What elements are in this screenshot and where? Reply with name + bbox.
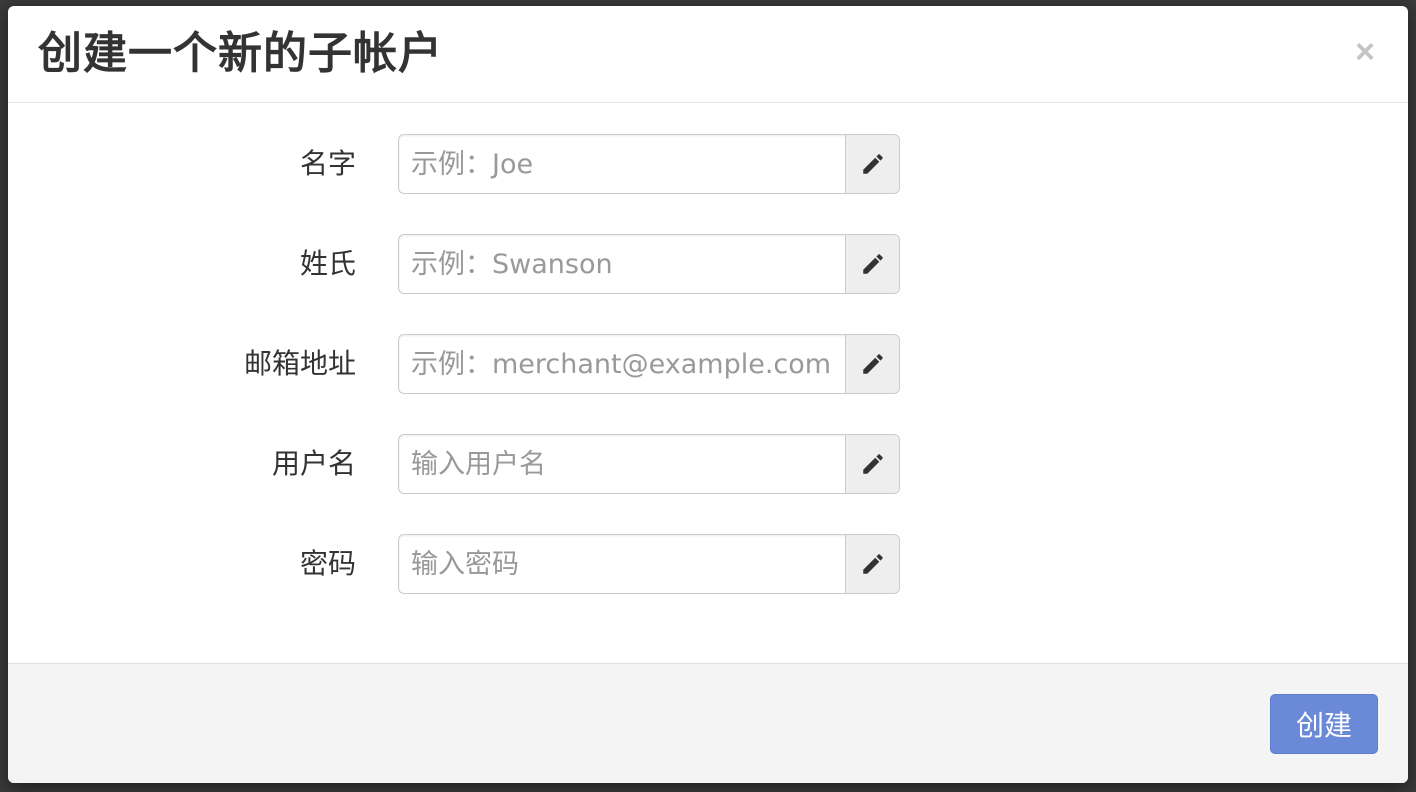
create-subaccount-modal: 创建一个新的子帐户 × 名字 姓氏 — [8, 6, 1408, 783]
username-input-group — [398, 434, 900, 494]
username-row: 用户名 — [8, 434, 1408, 494]
last-name-input-group — [398, 234, 900, 294]
password-row: 密码 — [8, 534, 1408, 594]
first-name-row: 名字 — [8, 134, 1408, 194]
pencil-icon — [862, 154, 883, 174]
last-name-label: 姓氏 — [299, 247, 356, 280]
password-addon — [845, 535, 899, 593]
close-button[interactable]: × — [1350, 32, 1380, 72]
email-label: 邮箱地址 — [243, 347, 356, 380]
create-button[interactable]: 创建 — [1270, 694, 1378, 754]
email-addon — [845, 335, 899, 393]
password-input[interactable] — [399, 535, 845, 593]
email-input-group — [398, 334, 900, 394]
modal-body: 名字 姓氏 — [8, 103, 1408, 663]
last-name-row: 姓氏 — [8, 234, 1408, 294]
username-input[interactable] — [399, 435, 845, 493]
first-name-label: 名字 — [299, 147, 356, 180]
last-name-input[interactable] — [399, 235, 845, 293]
modal-header: 创建一个新的子帐户 × — [8, 6, 1408, 103]
email-row: 邮箱地址 — [8, 334, 1408, 394]
username-addon — [845, 435, 899, 493]
username-label: 用户名 — [271, 447, 356, 480]
pencil-icon — [862, 254, 883, 274]
modal-title: 创建一个新的子帐户 — [38, 28, 443, 79]
last-name-addon — [845, 235, 899, 293]
pencil-icon — [862, 554, 883, 574]
pencil-icon — [862, 454, 883, 474]
modal-footer: 创建 — [8, 663, 1408, 783]
first-name-input-group — [398, 134, 900, 194]
password-input-group — [398, 534, 900, 594]
first-name-addon — [845, 135, 899, 193]
first-name-input[interactable] — [399, 135, 845, 193]
password-label: 密码 — [299, 547, 356, 580]
pencil-icon — [862, 354, 883, 374]
email-input[interactable] — [399, 335, 845, 393]
